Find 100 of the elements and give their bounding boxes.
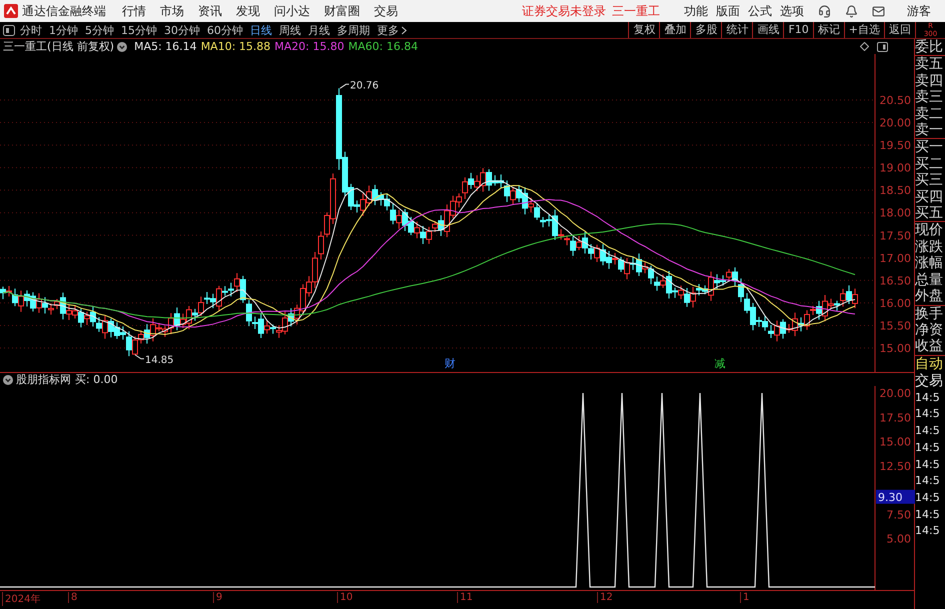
trade-time: 14:5 xyxy=(915,423,941,440)
price-tick-label: 17.50 xyxy=(880,229,911,242)
chart-title: 三一重工(日线 前复权) xyxy=(3,39,114,54)
falling-candle xyxy=(570,236,576,256)
rising-candle xyxy=(576,236,582,251)
period-tab[interactable]: 15分钟 xyxy=(121,22,157,38)
menu-item[interactable]: 财富圈 xyxy=(324,2,360,20)
moving-average-value: MA60: 16.84 xyxy=(348,40,418,53)
indicator-tick-label: 7.50 xyxy=(886,508,911,522)
falling-candle xyxy=(174,306,180,331)
headset-icon[interactable] xyxy=(818,4,831,18)
dropdown-icon[interactable] xyxy=(117,42,128,52)
menu-item[interactable]: 市场 xyxy=(160,2,184,20)
menu-item[interactable]: 行情 xyxy=(122,2,146,20)
indicator-name: 股朋指标网 xyxy=(16,372,71,387)
date-axis-label: 1 xyxy=(740,592,750,603)
rising-candle xyxy=(594,244,600,263)
quote-field-label: 卖三 xyxy=(915,89,944,106)
mail-icon[interactable] xyxy=(872,4,885,18)
falling-candle xyxy=(798,316,804,332)
quote-field-label: 买四 xyxy=(915,188,944,206)
window-toggle-icon[interactable] xyxy=(877,42,888,52)
rising-candle xyxy=(852,288,858,309)
trade-time: 14:5 xyxy=(915,473,941,490)
toolbar-button[interactable]: 标记 xyxy=(812,22,844,38)
period-tab[interactable]: 月线 xyxy=(308,22,330,38)
date-axis-label: 2024年 xyxy=(2,592,40,606)
falling-candle xyxy=(420,226,426,244)
rising-candle xyxy=(612,252,618,265)
event-marker[interactable]: 减 xyxy=(714,357,726,370)
panel-toggle-icon[interactable] xyxy=(3,24,15,36)
rising-candle xyxy=(774,320,780,342)
price-tick-label: 16.50 xyxy=(880,274,911,288)
bell-icon[interactable] xyxy=(845,4,858,18)
mode-toggle[interactable]: 自动 xyxy=(915,356,945,373)
period-tab[interactable]: 分时 xyxy=(20,22,42,38)
period-tab[interactable]: 日线 xyxy=(250,22,272,38)
user-label[interactable]: 游客 xyxy=(907,2,931,20)
event-marker[interactable]: 财 xyxy=(444,357,456,370)
rising-candle xyxy=(678,285,684,300)
quote-field-label: 卖四 xyxy=(915,72,944,90)
dropdown-icon[interactable] xyxy=(3,374,13,384)
price-tick-label: 20.50 xyxy=(880,94,911,107)
function-menu-item[interactable]: 版面 xyxy=(716,2,740,20)
diamond-icon[interactable] xyxy=(860,42,869,51)
rising-candle xyxy=(726,268,732,282)
rising-candle xyxy=(690,286,696,308)
price-tick-label: 15.50 xyxy=(880,319,911,332)
period-tab[interactable]: 1分钟 xyxy=(49,22,78,38)
chevron-right-icon[interactable] xyxy=(401,26,407,34)
quote-field-label: 买三 xyxy=(915,172,944,189)
toolbar-button[interactable]: 复权 xyxy=(628,22,660,38)
period-tab[interactable]: 30分钟 xyxy=(164,22,200,38)
function-menu-item[interactable]: 公式 xyxy=(748,2,772,20)
falling-candle xyxy=(780,318,786,340)
period-tab[interactable]: 5分钟 xyxy=(85,22,114,38)
rising-candle xyxy=(510,187,516,204)
menu-item[interactable]: 发现 xyxy=(236,2,260,20)
rising-candle xyxy=(624,258,630,280)
date-axis-label: 11 xyxy=(457,592,473,603)
period-tab[interactable]: 周线 xyxy=(279,22,301,38)
trade-heading: 交易 xyxy=(915,372,944,390)
falling-candle xyxy=(834,300,840,312)
indicator-tick-label: 12.50 xyxy=(880,460,911,473)
toolbar-button[interactable]: 多股 xyxy=(690,22,722,38)
falling-candle xyxy=(438,214,444,236)
menu-item[interactable]: 问小达 xyxy=(274,2,310,20)
status-notice: 证券交易未登录 xyxy=(522,2,606,20)
toolbar-button[interactable]: 画线 xyxy=(752,22,784,38)
menu-item[interactable]: 交易 xyxy=(374,2,398,20)
rising-candle xyxy=(84,311,90,326)
trade-time: 14:5 xyxy=(915,406,941,422)
trade-time: 14:5 xyxy=(915,456,941,473)
function-menu-item[interactable]: 选项 xyxy=(780,2,804,20)
toolbar-button[interactable]: 统计 xyxy=(721,22,752,38)
quote-field-label: 卖一 xyxy=(915,122,944,138)
menu-item[interactable]: 资讯 xyxy=(198,2,222,20)
price-tick-label: 16.00 xyxy=(880,296,911,310)
quote-field-label: 净资 xyxy=(915,322,944,338)
period-tab[interactable]: 多周期 xyxy=(337,22,370,38)
toolbar-button[interactable]: 叠加 xyxy=(659,22,690,38)
period-tab[interactable]: 60分钟 xyxy=(207,22,243,38)
toolbar-button[interactable]: +自选 xyxy=(844,22,884,38)
status-notice: 三一重工 xyxy=(612,2,660,20)
toolbar-button[interactable]: 返回 xyxy=(884,22,915,38)
quote-field-label: 收益 xyxy=(915,338,944,355)
falling-candle xyxy=(78,308,84,328)
more-menu[interactable]: 更多 xyxy=(377,22,399,38)
logo-icon xyxy=(4,4,18,18)
function-menu-item[interactable]: 功能 xyxy=(684,2,708,20)
falling-candle xyxy=(0,286,6,300)
rising-candle xyxy=(264,320,270,334)
indicator-tick-label: 20.00 xyxy=(880,387,911,400)
quote-field-label: 卖二 xyxy=(915,106,944,122)
quote-field-label: 换手 xyxy=(915,306,944,322)
falling-candle xyxy=(618,256,624,272)
toolbar-button[interactable]: F10 xyxy=(783,22,813,38)
falling-candle xyxy=(144,324,150,344)
rising-candle xyxy=(198,296,204,317)
quote-field-label: 委比 xyxy=(915,39,944,56)
